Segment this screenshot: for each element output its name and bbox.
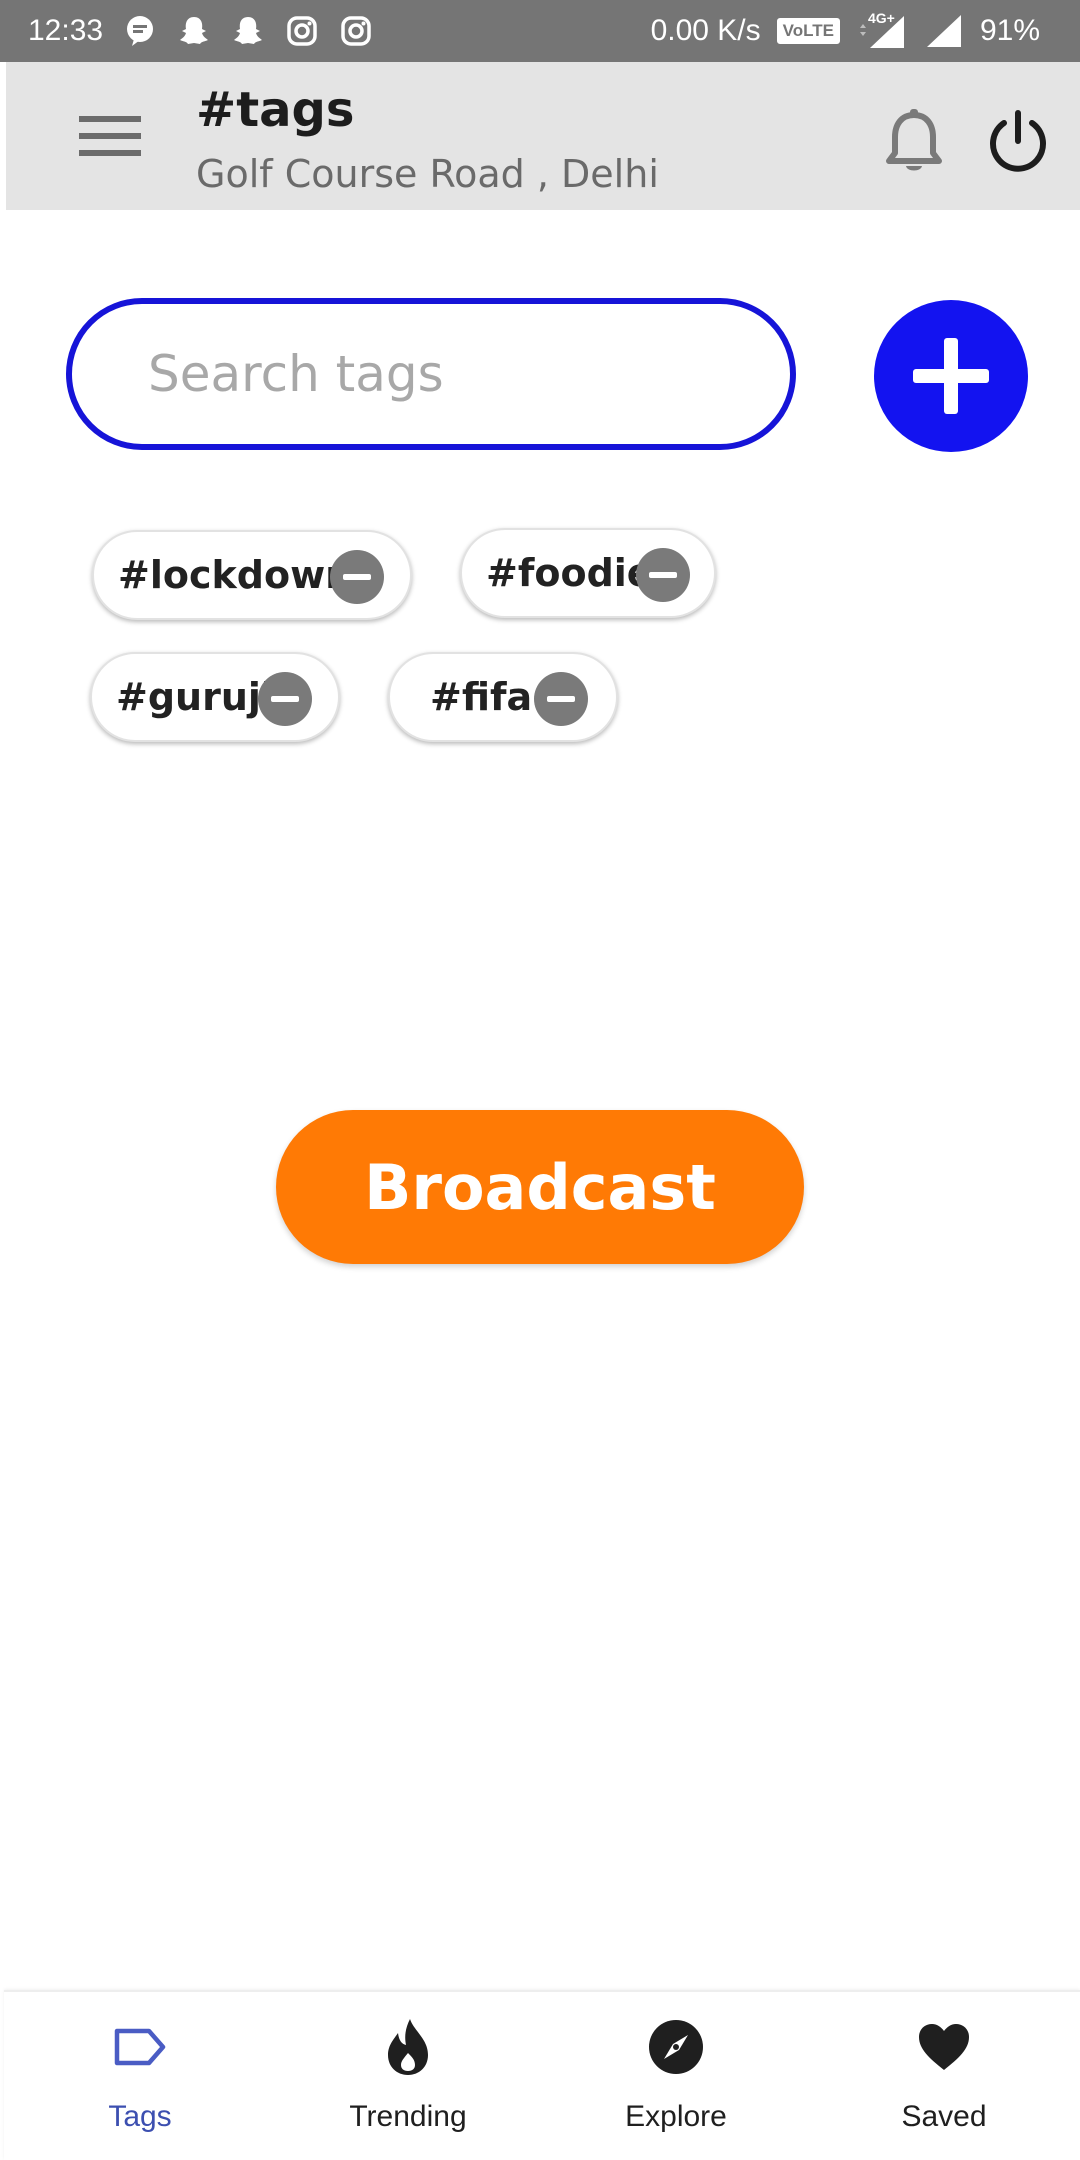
compass-icon (646, 2016, 706, 2078)
bell-icon (886, 109, 942, 171)
tags-screen: 12:33 0.00 K/s VoLTE 4G+ 91% #tags Golf … (0, 0, 1080, 2160)
heart-icon (914, 2016, 974, 2078)
signal-icon (924, 14, 964, 48)
tag-chip[interactable]: #guruji (90, 652, 340, 742)
nav-item-tags[interactable]: Tags (40, 1992, 240, 2160)
app-bar: #tags Golf Course Road , Delhi (6, 62, 1080, 210)
status-time: 12:33 (28, 14, 104, 47)
add-tag-button[interactable] (874, 300, 1028, 452)
signal-4g-icon: 4G+ (856, 10, 908, 48)
nav-item-saved[interactable]: Saved (844, 1992, 1044, 2160)
status-bar: 12:33 0.00 K/s VoLTE 4G+ 91% (0, 0, 1080, 62)
power-button[interactable] (980, 104, 1056, 180)
net-speed: 0.00 K/s (650, 14, 761, 47)
nav-label: Saved (901, 2100, 987, 2133)
remove-tag-button[interactable] (534, 672, 588, 726)
tag-chip[interactable]: #foodie (460, 528, 716, 618)
nav-item-explore[interactable]: Explore (576, 1992, 776, 2160)
chat-bubble-icon (123, 14, 157, 48)
tag-icon (110, 2016, 170, 2078)
search-box[interactable] (66, 298, 796, 450)
instagram-icon (339, 14, 373, 48)
menu-icon (79, 116, 141, 156)
minus-icon (649, 572, 677, 578)
notifications-button[interactable] (878, 104, 950, 180)
snapchat-icon (177, 14, 211, 48)
broadcast-button[interactable]: Broadcast (276, 1110, 804, 1264)
minus-icon (547, 696, 575, 702)
tag-chip[interactable]: #fifa (388, 652, 618, 742)
flame-icon (378, 2016, 438, 2078)
tag-chip-label: #foodie (486, 551, 653, 595)
tag-chip-label: #lockdown (118, 553, 353, 597)
minus-icon (271, 696, 299, 702)
bottom-nav: Tags Trending Explore Saved (4, 1990, 1080, 2160)
search-input[interactable] (148, 345, 748, 403)
status-right: 0.00 K/s VoLTE 4G+ 91% (651, 0, 1040, 62)
nav-label: Trending (349, 2100, 467, 2133)
instagram-icon (285, 14, 319, 48)
tag-chip-label: #guruji (116, 675, 274, 719)
remove-tag-button[interactable] (636, 548, 690, 602)
remove-tag-button[interactable] (258, 672, 312, 726)
nav-label: Tags (108, 2100, 172, 2133)
network-type: 4G+ (867, 10, 895, 26)
status-left: 12:33 (28, 0, 373, 62)
nav-item-trending[interactable]: Trending (308, 1992, 508, 2160)
page-title: #tags (196, 82, 355, 138)
tag-chip[interactable]: #lockdown (92, 530, 412, 620)
plus-icon (913, 338, 989, 414)
minus-icon (343, 574, 371, 580)
remove-tag-button[interactable] (330, 550, 384, 604)
power-icon (990, 110, 1046, 172)
snapchat-icon (231, 14, 265, 48)
tag-chip-label: #fifa (430, 675, 533, 719)
menu-button[interactable] (74, 108, 146, 164)
nav-label: Explore (625, 2100, 727, 2133)
battery-level: 91% (979, 14, 1040, 47)
volte-badge: VoLTE (776, 18, 840, 44)
location-subtitle: Golf Course Road , Delhi (196, 152, 659, 196)
